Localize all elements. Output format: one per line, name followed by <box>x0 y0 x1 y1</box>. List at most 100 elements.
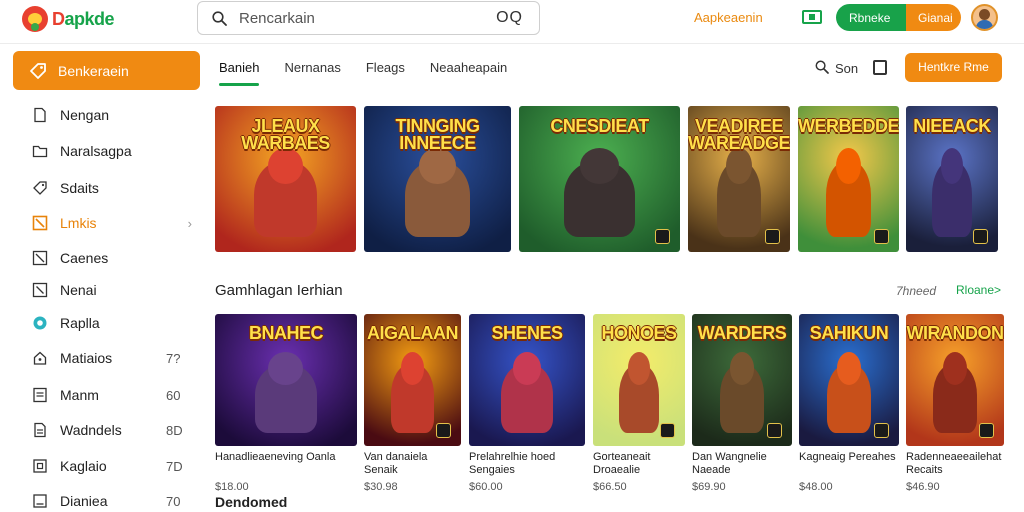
section-meta: 7hneed <box>896 284 937 298</box>
sidebar-item[interactable]: Manm 60 <box>32 384 192 406</box>
game-name[interactable]: Gorteaneait Droaealie <box>593 451 687 477</box>
sidebar-item[interactable]: Kaglaio 7D <box>32 455 192 477</box>
game-name[interactable]: Radenneaeeailehat Recaits <box>906 451 1006 477</box>
game-name[interactable]: Hanadlieaeneving Oanla <box>215 451 359 464</box>
image-icon <box>32 250 48 266</box>
sidebar-item[interactable]: Naralsagpa <box>32 140 192 162</box>
wallet-icon[interactable] <box>802 10 822 24</box>
sidebar-item-label: Naralsagpa <box>60 143 132 159</box>
pill-green-button[interactable]: Rbneke <box>836 4 906 31</box>
logo-mark-icon <box>22 6 48 32</box>
sidebar-item-label: Caenes <box>60 250 109 266</box>
game-price: $48.00 <box>799 481 833 493</box>
game-character-art <box>254 161 317 238</box>
game-cover-title: SHENES <box>491 322 563 343</box>
toolbar-action-button[interactable]: Hentkre Rme <box>905 53 1002 82</box>
game-cover-title: WIRANDON <box>906 322 1005 343</box>
list-icon <box>32 387 48 403</box>
toolbar-search[interactable]: Son <box>815 60 858 77</box>
game-cover-title: TINNGING INNEECE <box>395 115 481 153</box>
sidebar-primary-button[interactable]: Benkeraein <box>13 51 200 90</box>
sidebar-item-label: Nenai <box>60 282 97 298</box>
game-cover-title: BNAHEC <box>248 322 324 343</box>
game-character-art <box>618 364 660 433</box>
game-cover-title: NIEEACK <box>913 115 991 136</box>
section-more-link[interactable]: Rloane> <box>956 283 1001 297</box>
sidebar-item-count: 7? <box>166 350 181 366</box>
sidebar-item-label: Kaglaio <box>60 458 107 474</box>
game-cover-title: AIGALAAN <box>367 322 459 343</box>
sidebar: Benkeraein Nengan Naralsagpa Sdaits Lmkis › C… <box>0 44 210 512</box>
folder-icon <box>32 143 48 159</box>
game-character-art <box>826 161 871 238</box>
game-character-art <box>931 161 973 238</box>
sidebar-primary-label: Benkeraein <box>58 62 129 79</box>
game-character-art <box>827 364 871 433</box>
game-card[interactable]: TINNGING INNEECE <box>364 106 511 252</box>
game-card[interactable]: SAHIKUN <box>799 314 899 446</box>
box-icon <box>32 458 48 474</box>
header-link[interactable]: Aapkeaenin <box>694 10 763 25</box>
platform-badge-icon <box>660 423 675 438</box>
search-icon <box>815 60 829 77</box>
game-price: $46.90 <box>906 481 940 493</box>
sidebar-item[interactable]: Nenai <box>32 279 192 301</box>
game-card[interactable]: VEADIREE WAREADGE <box>688 106 790 252</box>
game-character-art <box>720 364 764 433</box>
section-title: Gamhlagan Ierhian <box>215 282 343 299</box>
game-card[interactable]: HONOES <box>593 314 685 446</box>
tab[interactable]: Fleags <box>366 58 405 86</box>
game-card[interactable]: JLEAUX WARBAES <box>215 106 356 252</box>
document-icon <box>32 422 48 438</box>
file-icon <box>32 107 48 123</box>
tab[interactable]: Neaaheapain <box>430 58 507 86</box>
avatar[interactable] <box>971 4 998 31</box>
game-character-art <box>501 364 553 433</box>
game-cover-title: HONOES <box>601 322 677 343</box>
game-name[interactable]: Van danaiela Senaik <box>364 451 463 477</box>
sidebar-item[interactable]: Dianiea 70 <box>32 490 192 512</box>
tab-bar: Banieh Nernanas Fleags Neaaheapain <box>219 58 532 86</box>
game-card[interactable]: SHENES <box>469 314 585 446</box>
game-cover-title: JLEAUX WARBAES <box>241 115 330 153</box>
pill-orange-button[interactable]: Gianai <box>906 4 961 31</box>
tab[interactable]: Nernanas <box>284 58 340 86</box>
game-name[interactable]: Dan Wangnelie Naeade <box>692 451 794 477</box>
search-input[interactable] <box>239 9 469 27</box>
platform-badge-icon <box>979 423 994 438</box>
game-character-art <box>716 161 762 238</box>
sidebar-item-label: Sdaits <box>60 180 99 196</box>
circle-icon <box>32 315 48 331</box>
game-card[interactable]: WIRANDON <box>906 314 1004 446</box>
sidebar-item[interactable]: Sdaits <box>32 177 192 199</box>
tab[interactable]: Banieh <box>219 58 260 86</box>
game-name[interactable]: Kagneaig Pereahes <box>799 451 901 464</box>
sidebar-item[interactable]: Raplla <box>32 312 192 334</box>
game-cover-title: VEADIREE WAREADGE <box>688 115 790 153</box>
sidebar-item[interactable]: Lmkis › <box>32 212 192 234</box>
sidebar-item[interactable]: Matiaios 7? <box>32 347 192 369</box>
game-card[interactable]: WERBEDDEE <box>798 106 899 252</box>
sidebar-item[interactable]: Nengan <box>32 104 192 126</box>
game-card[interactable]: WARDERS <box>692 314 792 446</box>
sidebar-item[interactable]: Caenes <box>32 247 192 269</box>
search-trailing-icons[interactable]: OQ <box>496 9 523 27</box>
sidebar-item[interactable]: Wadndels 8D <box>32 419 192 441</box>
sidebar-item-label: Nengan <box>60 107 110 123</box>
logo[interactable]: Dapkde <box>22 6 115 32</box>
sidebar-item-count: 70 <box>166 493 181 509</box>
game-card[interactable]: CNESDIEAT <box>519 106 680 252</box>
game-card[interactable]: BNAHEC <box>215 314 357 446</box>
bottom-section-title: Dendomed <box>215 494 288 510</box>
game-card[interactable]: AIGALAAN <box>364 314 461 446</box>
game-name[interactable]: Prelahrelhie hoed Sengaies <box>469 451 587 477</box>
frame-icon <box>32 282 48 298</box>
sidebar-item-label: Dianiea <box>60 493 108 509</box>
header-pill-group: Rbneke Gianai <box>836 4 961 31</box>
sidebar-item-label: Raplla <box>60 315 100 331</box>
game-card[interactable]: NIEEACK <box>906 106 998 252</box>
search-bar[interactable]: OQ <box>197 1 540 35</box>
panel-icon <box>32 493 48 509</box>
game-cover-title: CNESDIEAT <box>550 115 649 136</box>
view-toggle-icon[interactable] <box>873 60 887 75</box>
